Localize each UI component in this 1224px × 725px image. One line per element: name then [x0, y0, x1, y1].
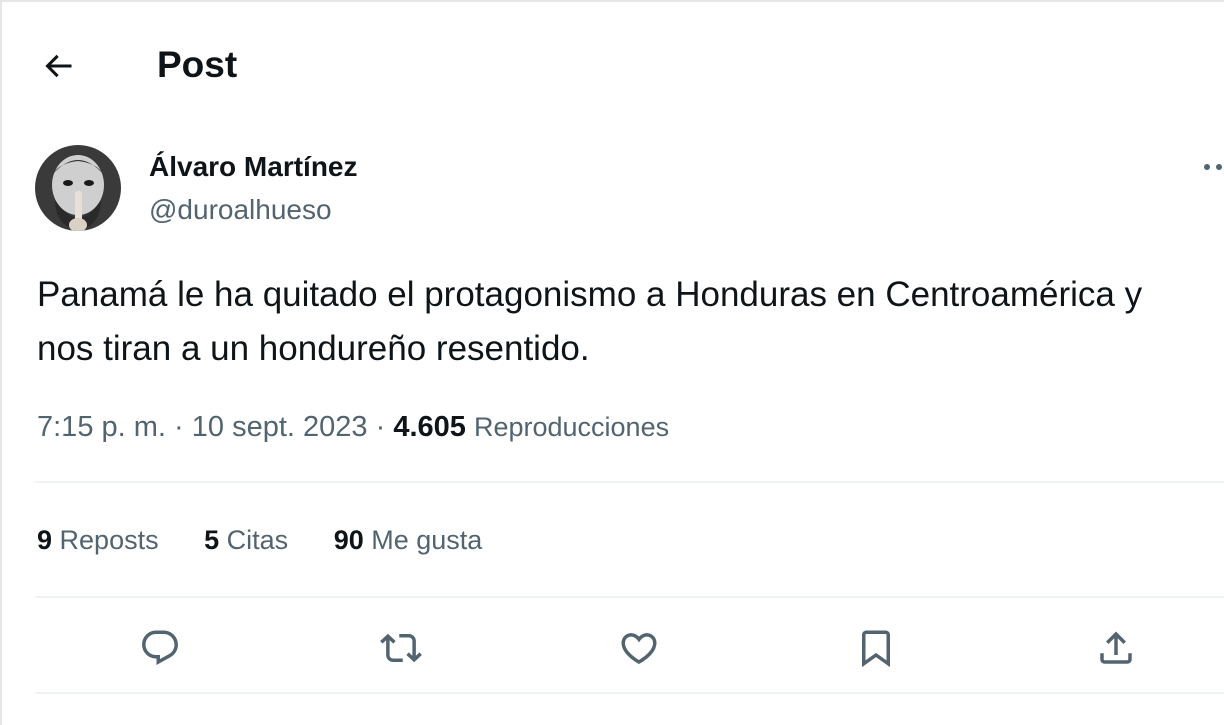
- page-header: Post: [2, 2, 1224, 127]
- post-date[interactable]: 10 sept. 2023: [192, 411, 368, 443]
- reply-button[interactable]: [136, 624, 184, 672]
- post-text: Panamá le ha quitado el protagonismo a H…: [37, 275, 1143, 368]
- page-title: Post: [157, 44, 238, 85]
- repost-icon: [380, 633, 422, 663]
- reposts-count: 9: [37, 525, 53, 555]
- post-page: Post Álvaro Martínez @duroalhueso Panamá…: [0, 0, 1224, 725]
- author-display-name[interactable]: Álvaro Martínez: [149, 149, 358, 185]
- divider: [35, 596, 1224, 598]
- like-button[interactable]: [615, 624, 663, 672]
- divider: [35, 481, 1224, 483]
- views-label: Reproducciones: [473, 412, 670, 442]
- meta-separator: ·: [375, 411, 386, 443]
- divider: [35, 692, 1224, 694]
- bookmark-icon: [862, 630, 890, 668]
- likes-stat[interactable]: 90 Me gusta: [334, 520, 483, 560]
- quotes-stat[interactable]: 5 Citas: [204, 520, 288, 560]
- quotes-count: 5: [204, 525, 220, 555]
- avatar[interactable]: [35, 145, 121, 231]
- profile-photo: [35, 145, 121, 231]
- arrow-left-icon: [45, 54, 72, 78]
- likes-label: Me gusta: [371, 525, 483, 555]
- share-icon: [1100, 631, 1132, 664]
- likes-count: 90: [333, 525, 364, 555]
- repost-button[interactable]: [377, 624, 425, 672]
- reply-icon: [142, 630, 178, 665]
- share-button[interactable]: [1092, 624, 1140, 672]
- reposts-label: Reposts: [59, 525, 159, 555]
- more-horizontal-icon: [1204, 164, 1222, 170]
- post-time[interactable]: 7:15 p. m.: [37, 411, 166, 443]
- like-icon: [621, 633, 657, 665]
- post-meta: 7:15 p. m. · 10 sept. 2023 · 4.605 Repro…: [37, 406, 669, 448]
- bookmark-button[interactable]: [852, 624, 900, 672]
- views-count: 4.605: [393, 411, 466, 443]
- meta-separator: ·: [174, 411, 184, 443]
- back-button[interactable]: [32, 40, 84, 92]
- quotes-label: Citas: [226, 525, 289, 555]
- reposts-stat[interactable]: 9 Reposts: [37, 520, 159, 560]
- engagement-stats: 9 Reposts 5 Citas 90 Me gusta: [37, 520, 482, 560]
- author-handle[interactable]: @duroalhueso: [149, 192, 332, 228]
- more-options-button[interactable]: [1200, 152, 1224, 182]
